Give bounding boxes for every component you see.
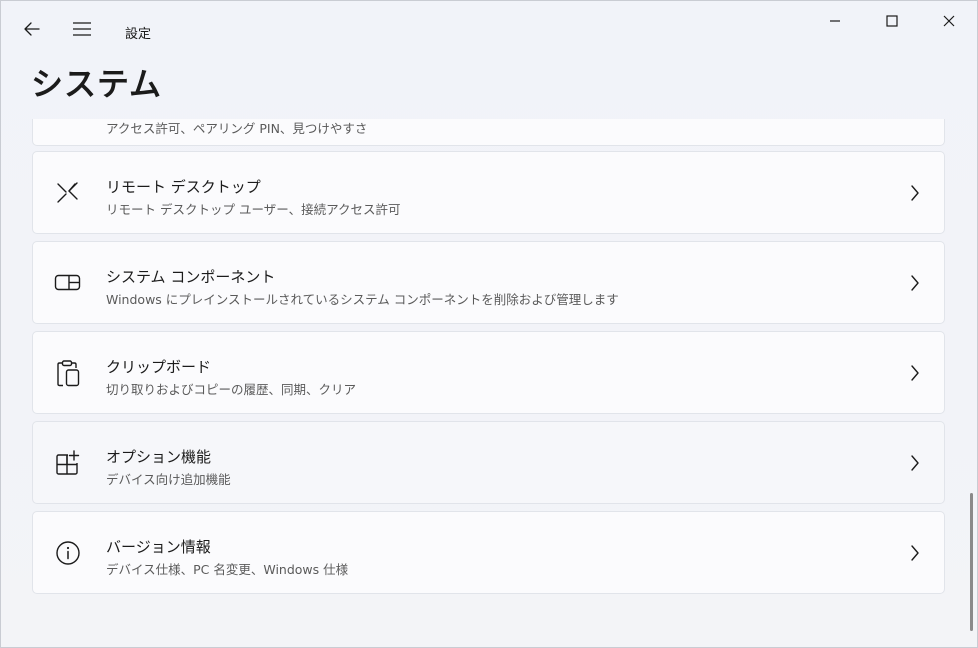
chevron-right-icon	[911, 455, 919, 471]
hamburger-menu-icon	[73, 22, 91, 36]
close-button[interactable]	[935, 9, 963, 33]
maximize-icon	[886, 15, 898, 27]
list-item-subtitle: デバイス向け追加機能	[106, 472, 231, 487]
list-item-partial[interactable]: アクセス許可、ペアリング PIN、見つけやすさ	[32, 119, 945, 146]
back-arrow-icon	[24, 22, 40, 36]
remote-desktop-icon	[53, 178, 83, 208]
settings-list: アクセス許可、ペアリング PIN、見つけやすさ リモート デスクトップ リモート…	[1, 119, 977, 647]
system-components-icon	[53, 268, 83, 298]
clipboard-icon	[53, 358, 83, 388]
page-title: システム	[31, 65, 163, 103]
title-bar: 設定	[1, 1, 977, 45]
minimize-icon	[830, 20, 840, 22]
list-item-title: バージョン情報	[106, 538, 211, 556]
settings-window: 設定 システム アクセス許可、ペアリング PIN、見つけやすさ リモート デスク…	[0, 0, 978, 648]
info-icon	[53, 538, 83, 568]
back-button[interactable]	[18, 15, 46, 43]
close-icon	[943, 15, 955, 27]
chevron-right-icon	[911, 545, 919, 561]
list-item-remote-desktop[interactable]: リモート デスクトップ リモート デスクトップ ユーザー、接続アクセス許可	[32, 151, 945, 234]
list-item-about[interactable]: バージョン情報 デバイス仕様、PC 名変更、Windows 仕様	[32, 511, 945, 594]
list-item-title: リモート デスクトップ	[106, 178, 261, 196]
optional-features-icon	[53, 448, 83, 478]
vertical-scrollbar[interactable]	[970, 493, 973, 631]
list-item-title: オプション機能	[106, 448, 212, 466]
list-item-subtitle: リモート デスクトップ ユーザー、接続アクセス許可	[106, 202, 401, 217]
navigation-menu-button[interactable]	[68, 15, 96, 43]
list-item-subtitle: アクセス許可、ペアリング PIN、見つけやすさ	[106, 121, 368, 136]
list-item-subtitle: デバイス仕様、PC 名変更、Windows 仕様	[106, 562, 349, 577]
chevron-right-icon	[911, 365, 919, 381]
minimize-button[interactable]	[821, 9, 849, 33]
list-item-title: クリップボード	[106, 358, 212, 376]
list-item-optional-features[interactable]: オプション機能 デバイス向け追加機能	[32, 421, 945, 504]
list-item-title: システム コンポーネント	[106, 268, 276, 286]
list-item-subtitle: 切り取りおよびコピーの履歴、同期、クリア	[106, 382, 357, 397]
list-item-system-components[interactable]: システム コンポーネント Windows にプレインストールされているシステム …	[32, 241, 945, 324]
app-title: 設定	[125, 27, 152, 42]
maximize-button[interactable]	[878, 9, 906, 33]
list-item-clipboard[interactable]: クリップボード 切り取りおよびコピーの履歴、同期、クリア	[32, 331, 945, 414]
list-item-subtitle: Windows にプレインストールされているシステム コンポーネントを削除および…	[106, 292, 619, 307]
chevron-right-icon	[911, 275, 919, 291]
chevron-right-icon	[911, 185, 919, 201]
